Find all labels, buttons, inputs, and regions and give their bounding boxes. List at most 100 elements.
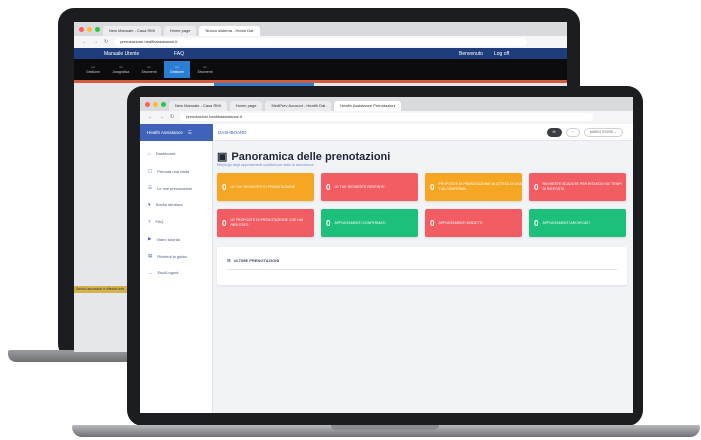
old-nav-faq[interactable]: FAQ [174,51,184,57]
tool-icon: ▭ [175,65,179,69]
video-icon: ▶ [148,236,152,241]
back-address-bar: ← → ↻ prenotazione.healthassistance.it [74,36,567,48]
old-nav-manual[interactable]: Manuale Utente [104,51,139,57]
sidebar-item-label: Dashboard [155,151,176,156]
maximize-dot-icon[interactable] [161,101,166,107]
forward-arrow-icon[interactable]: → [159,114,164,120]
document-icon: ▤ [148,253,153,258]
card-count: 0 [222,218,227,228]
back-url-field[interactable]: prenotazione.healthassistance.it [114,38,527,46]
card-label: LE TUE RICHIESTE DI PRENOTAZIONE [230,184,296,189]
card-label: APPUNTAMENTI ARCHIVIATI [542,220,590,225]
front-tab-strip: New Manuale - Casa RMI Home page MedPrev… [140,97,633,111]
heart-icon: ♥ [148,202,151,207]
chat-icon[interactable]: ✉ [546,128,562,137]
close-dot-icon[interactable] [145,101,150,107]
maximize-dot-icon[interactable] [95,26,100,32]
recent-bookings-panel: ☷ ULTIME PRENOTAZIONI [217,247,627,285]
front-url-field[interactable]: prenotazioni.healthassistance.it [180,113,593,121]
card-count: 0 [326,218,331,228]
sidebar-item-label: Video tutorial [156,236,180,242]
forward-arrow-icon[interactable]: → [93,39,98,45]
status-card[interactable]: 0 LE TUE RICHIESTE RESPINTE [321,173,418,201]
notification-icon[interactable]: ◔ [565,128,580,137]
home-icon: ⌂ [148,151,151,156]
card-count: 0 [326,182,331,192]
tool-icon: ▭ [91,65,95,69]
front-tab-active[interactable]: Health Assistance Prenotazioni [334,101,402,111]
tool-icon: ▭ [203,65,207,69]
card-label: RICHIESTE SCADUTE PER RITARDO SUI TEMPI … [542,182,622,191]
list-icon: ☰ [148,185,153,190]
status-card[interactable]: 0 PROPOSTE DI PRENOTAZIONE IN ATTESA DI U… [425,173,522,201]
reload-icon[interactable]: ↻ [170,114,174,120]
main-content: ▣ Panoramica delle prenotazioni Riepilog… [213,141,633,413]
sidebar-item-faq[interactable]: ? FAQ [148,219,164,224]
logout-icon: → [148,270,153,275]
back-tab-active[interactable]: Nuovo sistema - Home Dat [199,26,260,36]
old-toolbar-button[interactable]: ▭ Gestione [80,61,106,78]
back-arrow-icon[interactable]: ← [148,114,153,120]
front-tab-3[interactable]: MedPrev Account - Health Dat [265,101,332,111]
status-card[interactable]: 0 LE TUE RICHIESTE DI PRENOTAZIONE [217,173,314,201]
card-count: 0 [430,218,435,228]
back-tab-1[interactable]: New Manuale - Casa RMI [103,26,161,36]
tool-icon: ▭ [147,65,151,69]
sidebar-item-video[interactable]: ▶ Video tutorial [148,236,180,242]
old-top-nav: Manuale Utente FAQ Benvenuto Log off [74,48,567,59]
old-toolbar-button[interactable]: ▭ Strumenti [192,61,218,78]
reload-icon[interactable]: ↻ [104,39,108,45]
sidebar-item-guida[interactable]: ▤ Richiedi la guida [148,253,187,259]
sidebar-item-struttura[interactable]: ♥ Scelta struttura [148,202,183,207]
minimize-dot-icon[interactable] [153,101,158,107]
back-tab-strip: New Manuale - Casa RMI Home page Nuovo s… [74,22,567,36]
old-toolbar-button[interactable]: ▭ Anagrafica [108,61,134,78]
status-card[interactable]: 0 APPUNTAMENTI DISDETTI [425,209,522,237]
status-card[interactable]: 0 APPUNTAMENTI CONFERMATI [321,209,418,237]
sidebar-item-label: Le mie prenotazioni [157,185,192,191]
minimize-dot-icon[interactable] [87,26,92,32]
user-menu[interactable]: MARIO ROSSI ⌄ [583,128,623,137]
user-name: MARIO ROSSI [589,130,614,134]
back-tab-2[interactable]: Home page [163,26,197,36]
back-arrow-icon[interactable]: ← [82,39,87,45]
old-yellow-note: Servizi accessori e ulteriori info [74,286,134,293]
sidebar-item-logout[interactable]: → Esci/Logout [148,270,178,275]
card-count: 0 [222,182,227,192]
old-toolbar: ▭ Gestione ▭ Anagrafica ▭ Strumenti ▭ Gestio… [74,59,567,80]
status-card[interactable]: 0 RICHIESTE SCADUTE PER RITARDO SUI TEMPI… [529,173,626,201]
divider [227,269,617,270]
sidebar-brand: Health Assistance ☰ [140,124,213,141]
status-card[interactable]: 0 LE PROPOSTE DI PRENOTAZIONE CHE HAI RIF… [217,209,314,237]
old-nav-logoff[interactable]: Log off [494,51,509,57]
sidebar-item-prenota[interactable]: ▢ Prenota una visita [148,168,189,174]
tool-icon: ▭ [119,65,123,69]
sidebar-item-prenotazioni[interactable]: ☰ Le mie prenotazioni [148,185,192,191]
sidebar-item-label: Esci/Logout [157,270,179,275]
calendar-icon: ▢ [148,168,153,173]
card-label: LE PROPOSTE DI PRENOTAZIONE CHE HAI RIFI… [230,218,304,227]
topbar-actions: ✉ ◔ MARIO ROSSI ⌄ [546,128,623,137]
old-accent-strip [74,80,567,83]
status-card[interactable]: 0 APPUNTAMENTI ARCHIVIATI [529,209,626,237]
calendar-icon: ▣ [217,151,228,163]
sidebar: Health Assistance ☰ ⌂ Dashboard ▢ Prenota … [140,124,213,413]
list-icon: ☷ [227,258,231,263]
card-count: 0 [534,182,539,192]
front-laptop-notch [331,425,439,430]
sidebar-item-dashboard[interactable]: ⌂ Dashboard [148,151,175,156]
front-laptop-screen: New Manuale - Casa RMI Home page MedPrev… [140,97,633,413]
old-toolbar-button-active[interactable]: ▭ Gestione [164,61,190,78]
front-address-bar: ← → ↻ prenotazioni.healthassistance.it [140,111,633,123]
menu-icon[interactable]: ☰ [188,124,192,141]
old-toolbar-button[interactable]: ▭ Strumenti [136,61,162,78]
close-dot-icon[interactable] [79,26,84,32]
front-tab-1[interactable]: New Manuale - Casa RMI [169,101,227,111]
sidebar-item-label: Scelta struttura [155,202,183,207]
card-count: 0 [430,182,435,192]
front-tab-2[interactable]: Home page [229,101,263,111]
card-label: LE TUE RICHIESTE RESPINTE [334,184,385,189]
card-label: PROPOSTE DI PRENOTAZIONE IN ATTESA DI UN… [438,182,522,191]
brand-name: Health Assistance [147,130,183,135]
help-icon: ? [148,219,151,224]
